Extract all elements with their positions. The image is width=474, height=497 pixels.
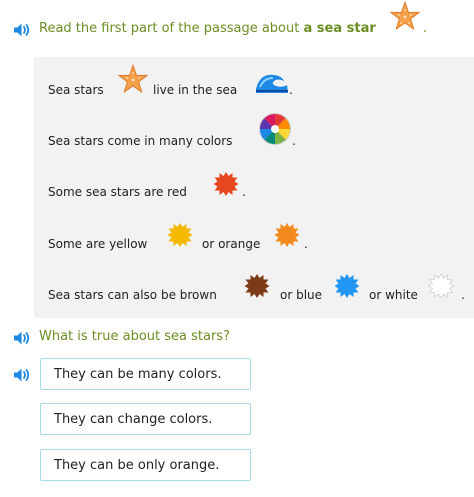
passage-line-5b: or blue bbox=[280, 288, 323, 302]
sea-wave-icon bbox=[256, 74, 288, 93]
answer-choice-1[interactable]: They can be many colors. bbox=[40, 358, 251, 390]
answer-choice-label: They can change colors. bbox=[54, 412, 213, 427]
answer-choice-3[interactable]: They can be only orange. bbox=[40, 449, 251, 481]
passage-line-3b: . bbox=[242, 185, 246, 199]
passage-line-5c: or white bbox=[369, 288, 418, 302]
passage-line-2b: . bbox=[292, 134, 296, 148]
sea-star-icon bbox=[390, 1, 420, 30]
passage-line-1b: live in the sea bbox=[153, 83, 238, 97]
answer-choice-label: They can be many colors. bbox=[54, 367, 222, 382]
passage-line-2a: Sea stars come in many colors bbox=[48, 134, 233, 148]
passage-line-3a: Some sea stars are red bbox=[48, 185, 187, 199]
color-splat-icon bbox=[334, 274, 360, 298]
passage-line-4c: . bbox=[304, 237, 308, 251]
speaker-icon[interactable] bbox=[13, 330, 33, 346]
subquestion-text: What is true about sea stars? bbox=[39, 329, 230, 344]
color-wheel-icon bbox=[259, 113, 291, 145]
answer-choice-label: They can be only orange. bbox=[54, 458, 220, 473]
answer-choice-2[interactable]: They can change colors. bbox=[40, 403, 251, 435]
speaker-icon[interactable] bbox=[13, 22, 33, 38]
passage-box: Sea stars live in the sea . Sea stars co… bbox=[34, 57, 474, 318]
color-splat-icon bbox=[244, 274, 270, 298]
prompt-prefix: Read the first part of the passage about bbox=[39, 21, 304, 36]
passage-line-1a: Sea stars bbox=[48, 83, 104, 97]
passage-line-5a: Sea stars can also be brown bbox=[48, 288, 217, 302]
question-prompt: Read the first part of the passage about… bbox=[39, 21, 376, 36]
color-splat-icon bbox=[274, 223, 300, 247]
color-splat-icon bbox=[167, 223, 193, 247]
speaker-icon[interactable] bbox=[13, 367, 33, 383]
color-splat-icon bbox=[427, 273, 455, 299]
color-splat-icon bbox=[213, 172, 239, 196]
passage-line-5d: . bbox=[461, 288, 465, 302]
sea-star-icon bbox=[118, 64, 148, 93]
prompt-suffix: . bbox=[423, 21, 428, 36]
passage-line-4b: or orange bbox=[202, 237, 261, 251]
prompt-bold: a sea star bbox=[303, 21, 376, 36]
passage-line-1c: . bbox=[289, 83, 293, 97]
passage-line-4a: Some are yellow bbox=[48, 237, 148, 251]
